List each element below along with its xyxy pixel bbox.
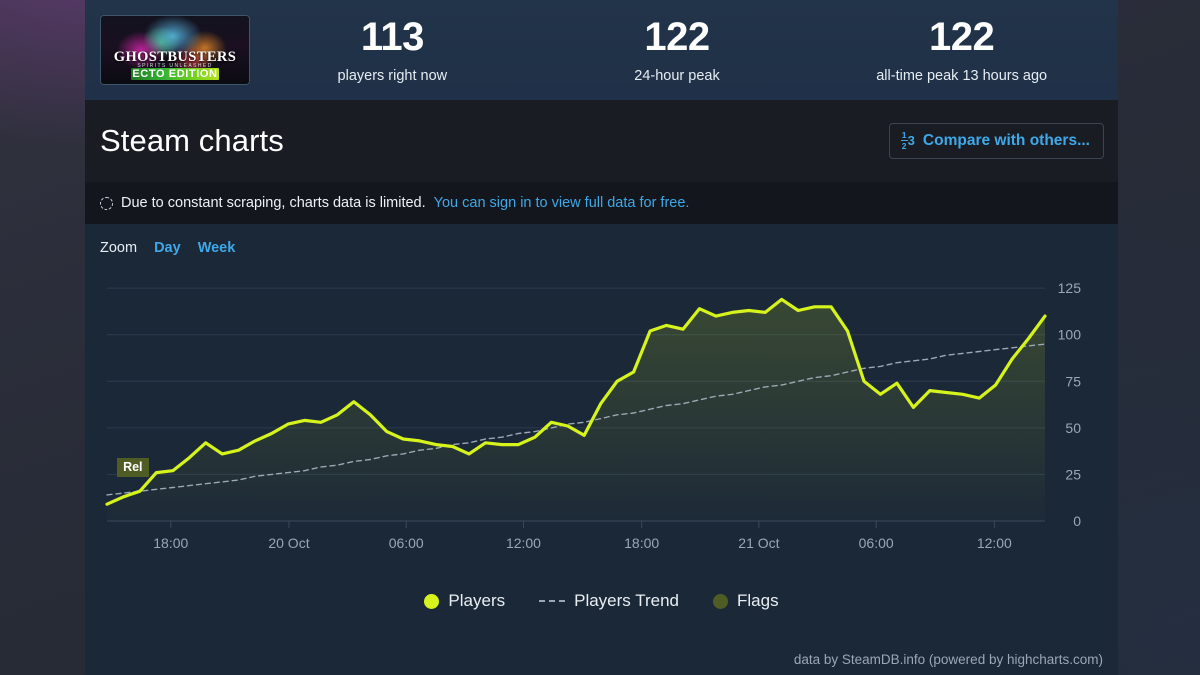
compare-button-label: Compare with others... (922, 131, 1090, 149)
x-axis-tick-labels: 18:00 20 Oct 06:00 12:00 18:00 21 Oct 06:00 12:… (153, 535, 1012, 551)
page-title: Steam charts (100, 123, 284, 158)
x-axis-tick-label: 12:00 (506, 535, 541, 551)
y-axis-tick-labels: 0 25 50 75 100 125 (1058, 280, 1082, 529)
legend-item-flags[interactable]: Flags (713, 591, 779, 611)
y-axis-tick: 125 (1058, 280, 1082, 296)
stat-all-time-peak-label: all-time peak 13 hours ago (876, 67, 1048, 84)
limited-data-notice: Due to constant scraping, charts data is… (85, 182, 1118, 224)
title-row: Steam charts 123 Compare with others... (85, 100, 1118, 182)
players-legend-dot (424, 593, 440, 609)
legend-label-players: Players (448, 591, 506, 610)
y-axis-tick: 100 (1058, 327, 1082, 343)
stats-header: GHOSTBUSTERS SPIRITS UNLEASHED ECTO EDIT… (85, 0, 1118, 100)
zoom-label: Zoom (100, 240, 138, 256)
zoom-option-week[interactable]: Week (198, 240, 236, 256)
chart-credit: data by SteamDB.info (powered by highcha… (793, 652, 1103, 667)
players-area-fill (107, 299, 1045, 521)
game-thumbnail[interactable]: GHOSTBUSTERS SPIRITS UNLEASHED ECTO EDIT… (100, 15, 250, 85)
compare-with-others-button[interactable]: 123 Compare with others... (888, 123, 1104, 159)
flags-legend-dot (713, 593, 728, 609)
stat-all-time-peak: 122 all-time peak 13 hours ago (819, 17, 1104, 84)
game-edition-text: ECTO EDITION (131, 68, 219, 80)
y-axis-tick: 50 (1065, 420, 1081, 436)
notice-text: Due to constant scraping, charts data is… (121, 195, 426, 211)
x-axis-tick-label: 06:00 (389, 535, 424, 551)
y-axis-tick: 75 (1065, 373, 1081, 389)
legend-label-flags: Flags (737, 591, 779, 610)
stat-all-time-peak-value: 122 (929, 14, 995, 59)
plot-wrap[interactable]: 0 25 50 75 100 125 18:00 20 Oct 06:00 12:00 18:00… (100, 268, 1103, 573)
steamdb-chart-panel: GHOSTBUSTERS SPIRITS UNLEASHED ECTO EDIT… (85, 0, 1118, 675)
zoom-option-day[interactable]: Day (154, 240, 181, 256)
fraction-ranking-icon: 123 (900, 130, 915, 151)
x-axis-tick-label: 18:00 (153, 535, 188, 551)
chart-area: Zoom Day Week 0 25 50 75 100 125 18:00 20 Oct 0… (85, 224, 1118, 675)
legend-item-players-trend[interactable]: Players Trend (539, 591, 679, 611)
x-axis-tick-label: 06:00 (859, 535, 894, 551)
y-axis-tick: 0 (1073, 513, 1081, 529)
sign-in-link[interactable]: You can sign in to view full data for fr… (434, 195, 690, 211)
x-axis-tick-label: 12:00 (977, 535, 1012, 551)
players-line-chart[interactable]: 0255075100125 18:00 20 Oct 06:00 12:00 18:00… (100, 268, 1103, 573)
x-axis-tick-label: 20 Oct (268, 535, 309, 551)
legend-item-players[interactable]: Players (424, 591, 505, 611)
x-axis-ticks (170, 521, 995, 528)
stat-24h-peak-label: 24-hour peak (634, 67, 720, 84)
stat-players-now-value: 113 (360, 14, 425, 59)
legend-label-players-trend: Players Trend (574, 591, 679, 610)
chart-legend: Players Players Trend Flags (100, 591, 1103, 611)
stat-players-now-label: players right now (337, 67, 448, 84)
players-trend-legend-dash (539, 600, 566, 602)
spinner-icon (100, 196, 113, 210)
x-axis-tick-label: 18:00 (624, 535, 659, 551)
stat-players-now: 113 players right now (250, 17, 535, 84)
stat-24h-peak: 122 24-hour peak (535, 17, 820, 84)
release-flag-marker[interactable]: Rel (117, 458, 149, 478)
y-axis-tick: 25 (1065, 466, 1081, 482)
zoom-controls: Zoom Day Week (100, 224, 1103, 256)
x-axis-tick-label: 21 Oct (738, 535, 779, 551)
stat-24h-peak-value: 122 (644, 14, 710, 59)
